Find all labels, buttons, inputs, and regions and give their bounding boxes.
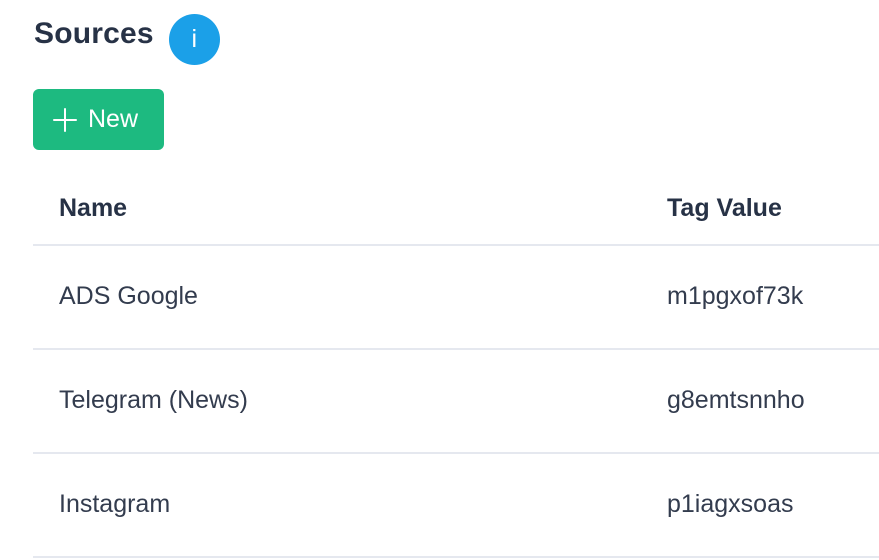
page: Sources i New Name Tag Value ADS Google … <box>0 0 879 560</box>
plus-icon <box>52 107 77 132</box>
table-header-row: Name Tag Value <box>33 170 879 246</box>
source-name: ADS Google <box>59 282 198 310</box>
column-header-name[interactable]: Name <box>59 194 127 223</box>
page-header: Sources i <box>34 13 220 65</box>
table-row[interactable]: Telegram (News) g8emtsnnho <box>33 350 879 454</box>
source-tag-value: m1pgxof73k <box>667 282 804 310</box>
new-button[interactable]: New <box>33 89 164 150</box>
new-button-label: New <box>87 105 138 133</box>
source-name: Telegram (News) <box>59 386 248 414</box>
table-row[interactable]: Instagram p1iagxsoas <box>33 454 879 558</box>
sources-table: Name Tag Value ADS Google m1pgxof73k Tel… <box>33 170 879 558</box>
info-icon[interactable]: i <box>168 13 220 65</box>
source-tag-value: p1iagxsoas <box>667 490 794 518</box>
source-name: Instagram <box>59 490 171 518</box>
page-title: Sources <box>34 17 154 50</box>
table-row[interactable]: ADS Google m1pgxof73k <box>33 246 879 350</box>
column-header-tag-value[interactable]: Tag Value <box>667 194 782 223</box>
source-tag-value: g8emtsnnho <box>667 386 805 414</box>
